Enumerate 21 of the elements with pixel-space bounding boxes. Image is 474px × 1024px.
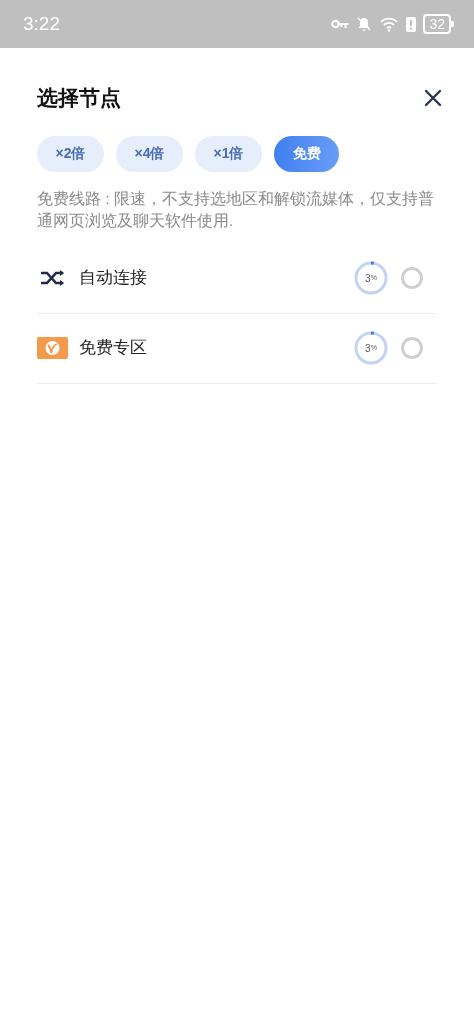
description-text: 免费线路 : 限速，不支持选地区和解锁流媒体，仅支持普通网页浏览及聊天软件使用.: [37, 188, 435, 231]
load-value: 3: [365, 341, 371, 356]
shuffle-icon: [40, 269, 65, 287]
battery-alert-icon: [406, 16, 417, 32]
dialog-title: 选择节点: [37, 85, 121, 111]
filter-tab[interactable]: ×4倍: [116, 135, 183, 172]
free-zone-icon: [37, 337, 68, 359]
filter-tab[interactable]: 免费: [274, 135, 339, 172]
status-time: 3:22: [23, 11, 60, 36]
node-name: 免费专区: [79, 337, 148, 360]
filter-tab[interactable]: ×1倍: [195, 135, 262, 172]
key-icon: [331, 19, 350, 29]
battery-tip-icon: [451, 21, 454, 27]
node-name: 自动连接: [79, 267, 148, 290]
radio-button[interactable]: [401, 267, 423, 289]
load-value: 3: [365, 271, 371, 286]
radio-button[interactable]: [401, 337, 423, 359]
wifi-icon: [379, 16, 400, 32]
filter-tab[interactable]: ×2倍: [37, 135, 104, 172]
battery-level: 32: [423, 14, 451, 34]
bell-off-icon: [356, 16, 373, 32]
